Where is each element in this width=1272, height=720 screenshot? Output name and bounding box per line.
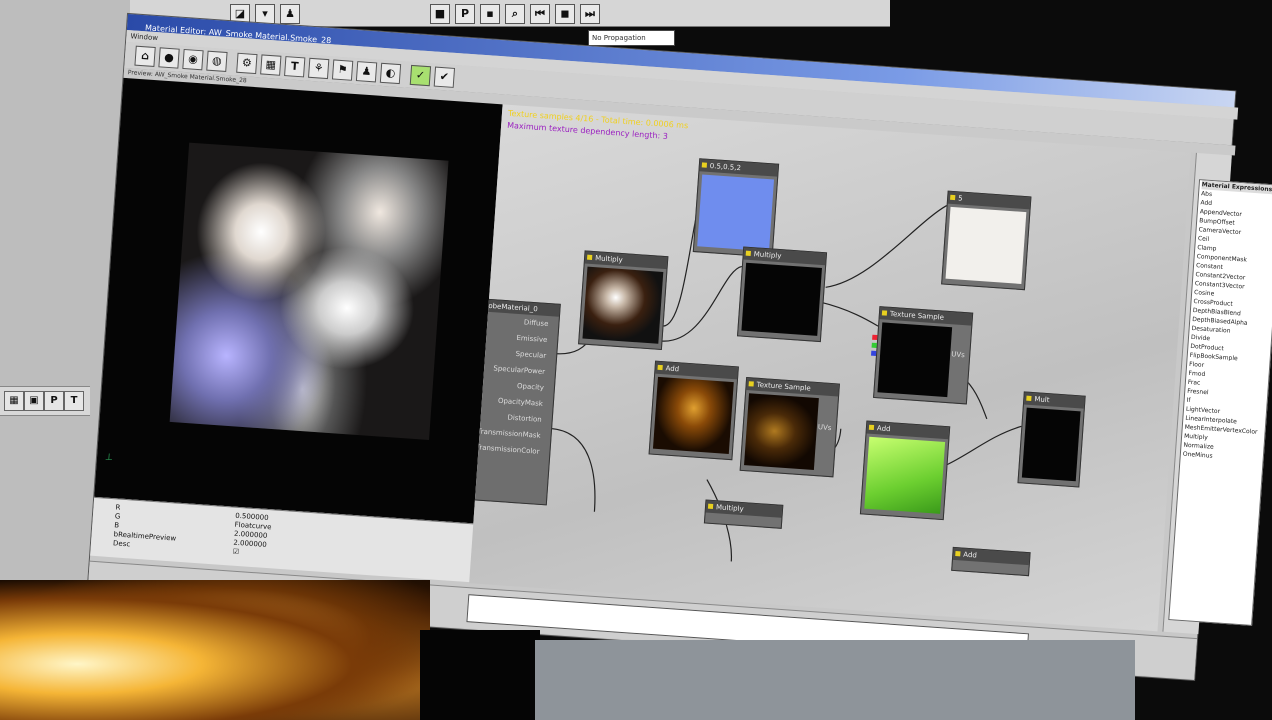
cube-icon[interactable]: ◍ (206, 50, 228, 72)
constant3-node[interactable]: 0.5,0.5,2 (692, 158, 780, 258)
hide-icon[interactable]: ▣ (24, 391, 44, 411)
record-icon[interactable]: ■ (430, 4, 450, 24)
red-pin[interactable] (872, 334, 878, 341)
constant1-swatch (945, 206, 1027, 284)
background-t-button[interactable]: T (64, 391, 84, 411)
add-node-c-title: Add (952, 547, 1030, 566)
texture-sample-node-b[interactable]: Texture Sample UVs (739, 377, 840, 478)
constant1-node[interactable]: 5 (941, 190, 1032, 291)
texture-sample-node-a[interactable]: Texture Sample UVs (870, 306, 974, 405)
green-pin[interactable] (871, 342, 877, 349)
preview-texture (169, 142, 449, 441)
grid-viewport[interactable] (535, 640, 1135, 720)
node-wires (550, 178, 1022, 562)
text-t-button[interactable]: T (284, 56, 306, 78)
uvs-pin-a[interactable]: UVs (951, 350, 965, 359)
terminal-icon[interactable]: ▪ (480, 4, 500, 24)
search-icon[interactable]: ⌕ (505, 4, 525, 24)
multiply-top-swatch (741, 262, 822, 336)
grid-icon[interactable]: ▦ (260, 54, 282, 76)
material-preview-viewport[interactable]: ⊥ (94, 77, 503, 524)
snap-icon[interactable]: ⚘ (307, 57, 330, 80)
first-frame-icon[interactable]: ⏮ (530, 4, 550, 24)
view-icon[interactable]: ▦ (4, 391, 24, 411)
sphere-icon[interactable]: ● (158, 47, 180, 69)
texture-sample-b-swatch (744, 393, 819, 470)
people-icon[interactable]: ♟ (355, 61, 378, 83)
fire-render-viewport (0, 580, 430, 720)
mult-right-swatch (1021, 407, 1081, 482)
stop-icon[interactable]: ◼ (555, 4, 575, 24)
constant3-swatch (697, 174, 775, 252)
multiply-node-bottom-title: Multiply (705, 500, 783, 518)
dropdown-icon[interactable]: ▾ (255, 4, 275, 24)
next-frame-icon[interactable]: ⏭ (580, 4, 600, 24)
background-p-button[interactable]: P (44, 391, 64, 411)
cylinder-icon[interactable]: ◉ (182, 48, 204, 71)
home-icon[interactable]: ⌂ (134, 45, 156, 67)
propagation-select[interactable]: No Propagation (588, 30, 675, 46)
uvs-pin-b[interactable]: UVs (818, 423, 832, 432)
apply-icon[interactable]: ✓ (409, 64, 432, 87)
actor-icon[interactable]: ♟ (280, 4, 300, 24)
texture-sample-a-swatch (877, 322, 953, 398)
multiply-node-left[interactable]: Multiply (578, 250, 669, 351)
mult-node-right[interactable]: Mult (1017, 391, 1086, 488)
background-toolbar: ▦ ▣ P T (0, 386, 90, 416)
hierarchy-icon[interactable]: ⚑ (331, 59, 354, 81)
add-node-a[interactable]: Add (648, 360, 739, 461)
dark-viewport (420, 630, 540, 720)
mult-node-right-title: Mult (1023, 392, 1085, 409)
multiply-node-top[interactable]: Multiply (737, 246, 828, 343)
check-icon[interactable]: ✔ (433, 66, 456, 88)
camera-icon[interactable]: ◐ (379, 62, 402, 85)
add-b-swatch (864, 436, 946, 514)
add-node-b[interactable]: Add (859, 420, 951, 521)
toolbar-p-button[interactable]: P (455, 4, 475, 24)
axis-gizmo-icon: ⊥ (104, 452, 114, 464)
realtime-icon[interactable]: ⚙ (236, 52, 258, 75)
blue-pin[interactable] (870, 350, 877, 357)
node-graph-canvas[interactable]: Texture samples 4/16 - Total time: 0.000… (469, 104, 1191, 632)
add-a-swatch (652, 376, 734, 454)
multiply-left-swatch (582, 266, 664, 344)
